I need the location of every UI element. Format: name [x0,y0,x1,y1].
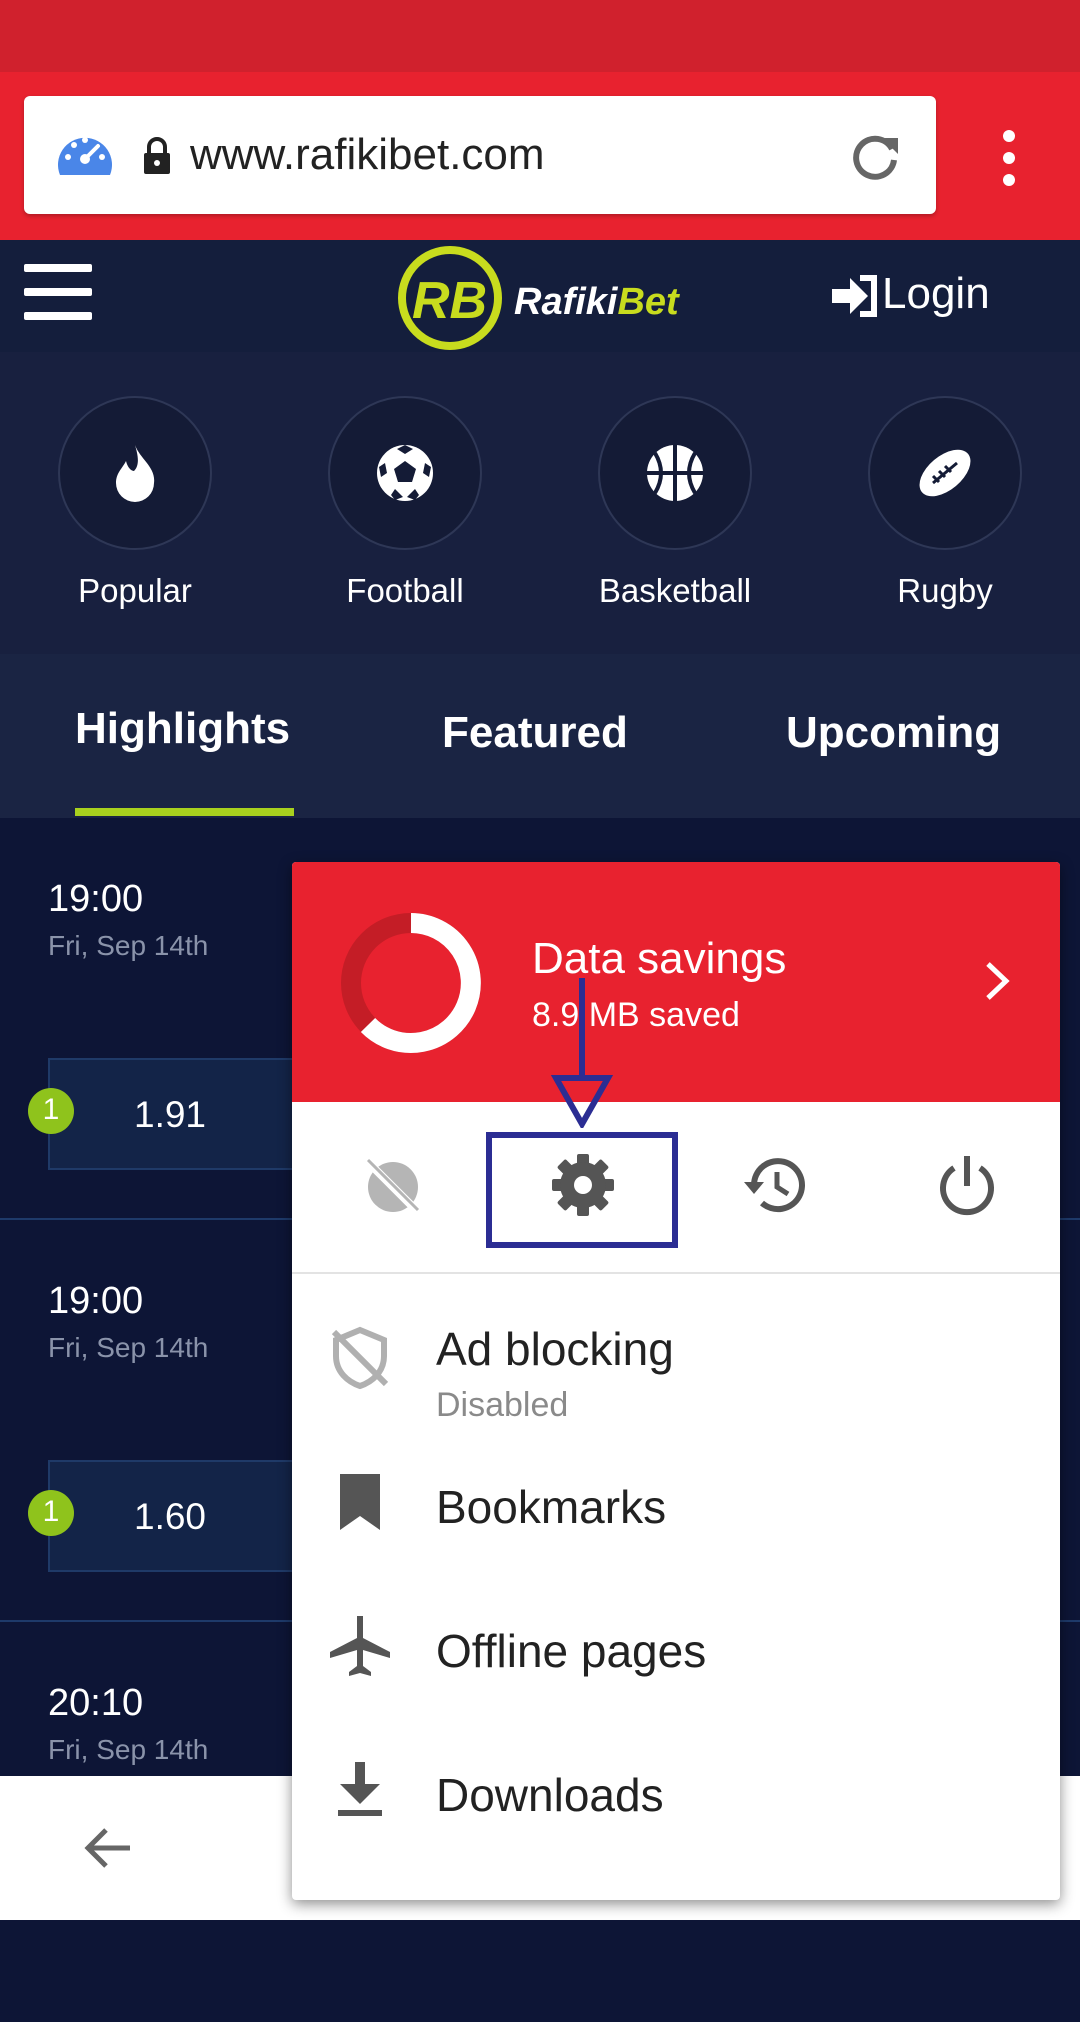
svg-text:RB: RB [412,272,487,330]
menu-item-offline-pages[interactable]: Offline pages [292,1586,1060,1730]
menu-item-downloads[interactable]: Downloads [292,1730,1060,1874]
menu-item-sublabel: Disabled [436,1386,569,1424]
browser-toolbar: www.rafikibet.com [0,72,1080,240]
login-icon [832,275,877,318]
data-savings-banner[interactable]: Data savings 8.9 MB saved [292,862,1060,1102]
incognito-icon[interactable] [358,1150,428,1220]
more-options-icon[interactable] [992,130,1022,200]
tab-upcoming[interactable]: Upcoming [786,708,1001,758]
rugby-ball-icon [919,449,971,497]
ad-block-shield-icon [331,1326,389,1390]
settings-highlight-box [486,1132,678,1248]
chevron-right-icon [986,962,1010,1000]
match-time: 19:00 [48,878,144,920]
outcome-badge: 1 [28,1088,74,1134]
download-icon [338,1762,382,1816]
odd-button[interactable]: 1.60 [48,1460,312,1572]
sport-label: Rugby [897,572,993,609]
url-text[interactable]: www.rafikibet.com [190,126,545,184]
odd-value: 1.60 [134,1496,207,1537]
menu-item-bookmarks[interactable]: Bookmarks [292,1442,1060,1586]
bookmark-icon [340,1474,380,1530]
login-button[interactable]: Login [830,264,990,324]
annotation-arrow-icon [550,978,614,1128]
airplane-icon [330,1616,390,1676]
football-icon [377,445,433,501]
status-bar [0,0,1080,72]
sport-label: Popular [78,572,192,609]
odd-button[interactable]: 1.91 [48,1058,312,1170]
menu-item-ad-blocking[interactable]: Ad blocking Disabled [292,1272,1060,1442]
menu-item-label: Ad blocking [436,1323,674,1375]
address-bar[interactable]: www.rafikibet.com [24,96,936,214]
power-icon[interactable] [932,1150,1002,1220]
sport-football[interactable]: Football [305,396,505,610]
sport-rugby[interactable]: Rugby [845,396,1045,610]
hamburger-menu-icon[interactable] [24,262,92,322]
tab-featured[interactable]: Featured [442,708,628,758]
match-tabs: Highlights Featured Upcoming [0,654,1080,818]
data-savings-title: Data savings [532,934,787,983]
sport-label: Football [346,572,464,609]
menu-item-label: Downloads [436,1769,664,1821]
menu-item-label: Bookmarks [436,1481,667,1533]
history-icon[interactable] [740,1150,810,1220]
sport-basketball[interactable]: Basketball [575,396,775,610]
match-date: Fri, Sep 14th [48,1332,209,1363]
sport-popular[interactable]: Popular [35,396,235,610]
back-arrow-icon[interactable] [80,1820,136,1876]
odd-value: 1.91 [134,1094,207,1135]
reload-icon[interactable] [848,130,902,184]
tab-highlights[interactable]: Highlights [75,704,290,754]
sports-navigation: Popular Football Basketball Rugby [0,352,1080,654]
rafikibet-logo[interactable]: RB RafikiBet [396,244,706,352]
menu-item-label: Offline pages [436,1625,707,1677]
match-date: Fri, Sep 14th [48,1734,209,1765]
data-savings-ring-icon [341,913,481,1053]
lock-icon [144,137,170,174]
sport-label: Basketball [598,572,752,609]
outcome-badge: 1 [28,1490,74,1536]
match-date: Fri, Sep 14th [48,930,209,961]
svg-text:RafikiBet: RafikiBet [514,281,680,323]
match-time: 20:10 [48,1682,144,1724]
login-label: Login [882,269,990,318]
fire-icon [116,445,155,502]
basketball-icon [647,445,703,501]
site-header: RB RafikiBet Login [0,240,1080,352]
match-time: 19:00 [48,1280,144,1322]
active-tab-indicator [75,808,294,816]
data-savings-speed-icon[interactable] [54,129,116,181]
browser-overflow-menu: Data savings 8.9 MB saved Ad blocking Di… [292,862,1060,1900]
